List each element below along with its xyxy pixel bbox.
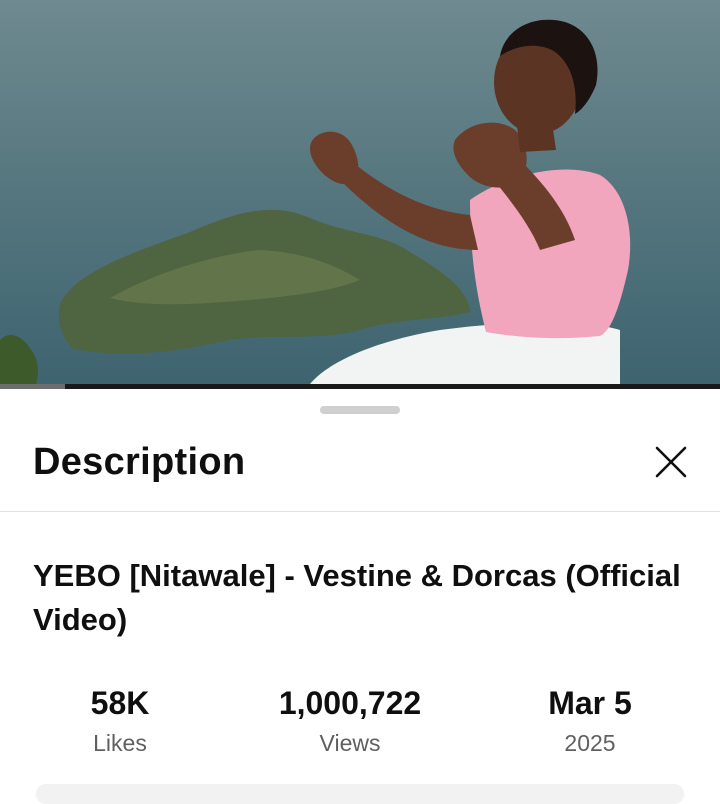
video-stats: 58K Likes 1,000,722 Views Mar 5 2025 (0, 681, 720, 761)
stat-likes: 58K Likes (0, 681, 240, 761)
views-count: 1,000,722 (278, 685, 422, 721)
stat-views: 1,000,722 Views (230, 681, 470, 761)
drag-handle[interactable] (320, 406, 400, 414)
upload-year: 2025 (564, 730, 616, 756)
close-icon (655, 446, 687, 478)
likes-count: 58K (90, 685, 150, 721)
sheet-title: Description (33, 441, 246, 483)
video-player[interactable] (0, 0, 720, 384)
close-button[interactable] (648, 439, 694, 485)
upload-date: Mar 5 (548, 685, 632, 721)
video-frame-image (0, 0, 720, 384)
likes-label: Likes (93, 730, 147, 756)
description-sheet: Description YEBO [Nitawale] - Vestine & … (0, 389, 720, 804)
description-body-card[interactable] (36, 784, 684, 804)
views-label: Views (319, 730, 381, 756)
sheet-header: Description (0, 429, 720, 512)
video-title: YEBO [Nitawale] - Vestine & Dorcas (Offi… (33, 558, 681, 637)
stat-upload-date: Mar 5 2025 (470, 681, 710, 761)
